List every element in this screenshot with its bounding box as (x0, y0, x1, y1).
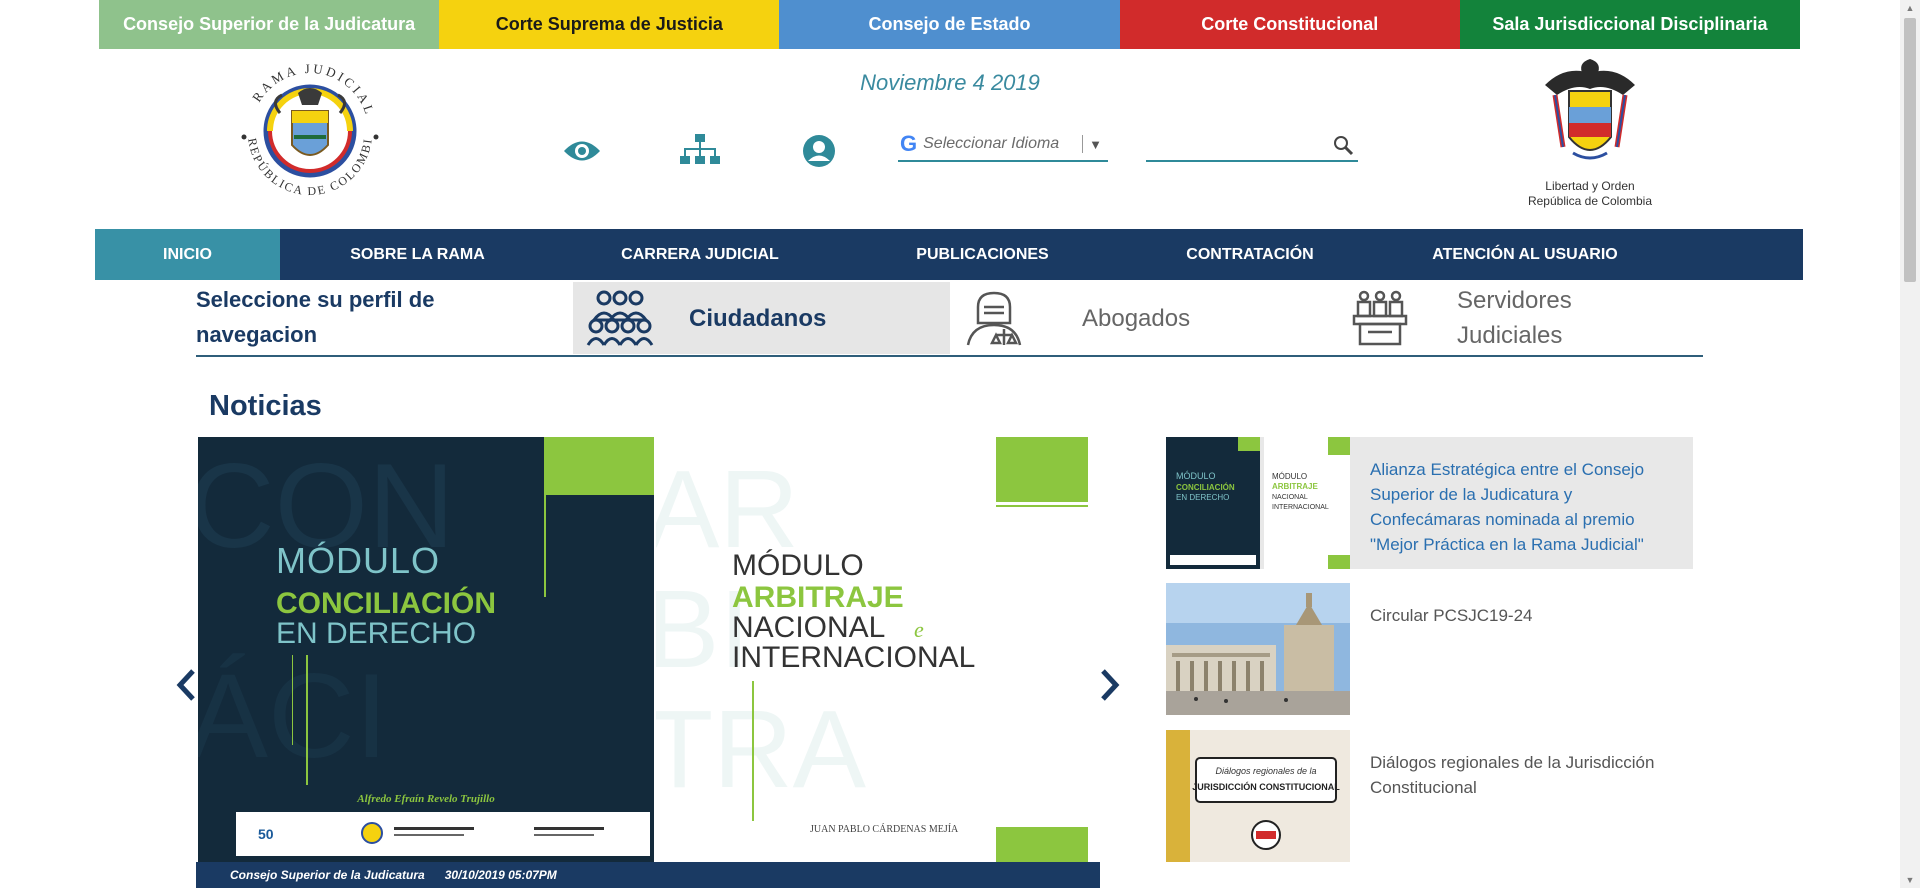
search-icon[interactable] (1332, 134, 1354, 156)
topbar-link-consejo-superior[interactable]: Consejo Superior de la Judicatura (99, 0, 440, 49)
slide-a-line3: EN DERECHO (276, 617, 476, 650)
topbar-link-consejo-estado[interactable]: Consejo de Estado (779, 0, 1120, 49)
nav-item-carrera-judicial[interactable]: CARRERA JUDICIAL (555, 229, 845, 280)
news-slide-conciliacion[interactable]: CON ÁCI MÓDULO CONCILIACIÓN EN DERECHO A… (198, 437, 654, 862)
dialogos-thumb-line1: Diálogos regionales de la (1215, 766, 1316, 776)
nav-item-inicio[interactable]: INICIO (95, 229, 280, 280)
profile-tab-servidores-judiciales[interactable]: Servidores Judiciales (1345, 282, 1695, 354)
slide-a-line2: CONCILIACIÓN (276, 586, 496, 620)
news-thumbnail: MÓDULO CONCILIACIÓN EN DERECHO MÓDULO AR… (1166, 437, 1350, 569)
news-list-item[interactable]: MÓDULO CONCILIACIÓN EN DERECHO MÓDULO AR… (1166, 437, 1693, 569)
google-g-icon: G (900, 131, 918, 156)
profile-tab-ciudadanos[interactable]: Ciudadanos (573, 282, 950, 354)
svg-text:TRA: TRA (656, 688, 867, 811)
page: Consejo Superior de la Judicatura Corte … (0, 0, 1920, 888)
coat-of-arms-icon (1545, 59, 1635, 160)
citizens-group-icon (585, 288, 655, 348)
sitemap-icon[interactable] (680, 131, 720, 171)
lawyer-justice-icon (960, 288, 1030, 348)
svg-text:NACIONAL: NACIONAL (1272, 494, 1308, 501)
rama-judicial-seal-icon: RAMA JUDICIAL REPÚBLICA DE COLOMBIA (225, 42, 385, 206)
main-nav: INICIO SOBRE LA RAMA CARRERA JUDICIAL PU… (95, 229, 1803, 280)
slide-b-line1: MÓDULO (732, 549, 864, 582)
news-carousel: CON ÁCI MÓDULO CONCILIACIÓN EN DERECHO A… (196, 437, 1100, 888)
svg-text:INTERNACIONAL: INTERNACIONAL (1272, 504, 1329, 511)
book-cover-conciliacion: CON ÁCI MÓDULO CONCILIACIÓN EN DERECHO A… (198, 437, 654, 862)
search-box (1146, 130, 1358, 162)
news-list-item-title: Alianza Estratégica entre el Consejo Sup… (1370, 460, 1645, 554)
svg-text:CONCILIACIÓN: CONCILIACIÓN (1176, 483, 1235, 492)
news-list-item-title: Diálogos regionales de la Jurisdicción C… (1370, 753, 1655, 797)
news-slide-arbitraje[interactable]: AR BI TRA MÓDULO ARBITRAJE NACIONAL e IN… (656, 437, 1100, 862)
profile-selector-title: Seleccione su perfil de navegacion (196, 287, 435, 347)
news-thumbnail: Diálogos regionales de la JURISDICCIÓN C… (1166, 730, 1350, 862)
dialogos-thumb-line2: JURISDICCIÓN CONSTITUCIONAL (1192, 781, 1340, 792)
topbar-link-corte-constitucional[interactable]: Corte Constitucional (1119, 0, 1460, 49)
slide-b-line4: INTERNACIONAL (732, 641, 975, 674)
slide-b-line3: NACIONAL (732, 611, 885, 644)
top-institution-bar: Consejo Superior de la Judicatura Corte … (99, 0, 1801, 49)
language-placeholder: Seleccionar Idioma (923, 135, 1060, 152)
user-icon[interactable] (799, 131, 839, 171)
profile-label-abogados: Abogados (1082, 304, 1191, 332)
nav-item-contratacion[interactable]: CONTRATACIÓN (1120, 229, 1380, 280)
search-input[interactable] (1146, 130, 1326, 158)
profile-label-ciudadanos: Ciudadanos (689, 304, 827, 332)
dropdown-arrow-icon: ▼ (1089, 136, 1102, 152)
nav-item-publicaciones[interactable]: PUBLICACIONES (845, 229, 1120, 280)
news-thumbnail (1166, 583, 1350, 715)
rama-judicial-logo[interactable]: RAMA JUDICIAL REPÚBLICA DE COLOMBIA (225, 42, 390, 208)
slide-a-author: Alfredo Efraín Revelo Trujillo (356, 793, 495, 805)
slide-caption-bar: Consejo Superior de la Judicatura 30/10/… (196, 862, 1100, 888)
carousel-prev-button[interactable] (172, 665, 200, 705)
svg-text:MÓDULO: MÓDULO (1176, 471, 1216, 481)
slide-a-line1: MÓDULO (276, 540, 440, 581)
slide-b-author: JUAN PABLO CÁRDENAS MEJÍA (810, 823, 959, 835)
svg-text:ÁCI: ÁCI (198, 649, 388, 783)
nav-item-sobre-la-rama[interactable]: SOBRE LA RAMA (280, 229, 555, 280)
colombia-coat-of-arms: Libertad y Orden República de Colombia (1520, 55, 1660, 208)
slide-caption-datetime: 30/10/2019 05:07PM (444, 868, 557, 882)
nav-item-atencion-al-usuario[interactable]: ATENCIÓN AL USUARIO (1380, 229, 1670, 280)
carousel-next-button[interactable] (1096, 665, 1124, 705)
chevron-left-icon (176, 669, 195, 701)
news-list-item[interactable]: Diálogos regionales de la JURISDICCIÓN C… (1166, 730, 1693, 862)
news-list-item[interactable]: Circular PCSJC19-24 (1166, 583, 1693, 715)
svg-text:EN DERECHO: EN DERECHO (1176, 493, 1229, 502)
page-scrollbar[interactable]: ▲ ▼ (1900, 0, 1920, 888)
current-date: Noviembre 4 2019 (860, 70, 1040, 95)
profile-divider (196, 355, 1703, 357)
news-list-item-title: Circular PCSJC19-24 (1370, 606, 1533, 625)
topbar-link-sala-disciplinaria[interactable]: Sala Jurisdiccional Disciplinaria (1459, 0, 1801, 49)
topbar-link-corte-suprema[interactable]: Corte Suprema de Justicia (439, 0, 780, 49)
scroll-up-icon[interactable]: ▲ (1905, 3, 1915, 13)
judicial-servers-icon (1345, 288, 1415, 348)
slide-caption-source: Consejo Superior de la Judicatura (230, 868, 425, 882)
profile-label-servidores-judiciales: Servidores Judiciales (1457, 287, 1572, 349)
coat-of-arms-caption: Libertad y Orden República de Colombia (1520, 179, 1660, 209)
scroll-down-icon[interactable]: ▼ (1905, 875, 1915, 885)
svg-text:ARBITRAJE: ARBITRAJE (1272, 482, 1318, 491)
slide-b-line2: ARBITRAJE (732, 581, 904, 614)
svg-text:MÓDULO: MÓDULO (1272, 472, 1307, 481)
svg-text:50: 50 (258, 826, 274, 842)
profile-tab-abogados[interactable]: Abogados (960, 282, 1260, 354)
book-cover-arbitraje: AR BI TRA MÓDULO ARBITRAJE NACIONAL e IN… (656, 437, 1100, 862)
caption-line-1: Libertad y Orden (1545, 179, 1635, 193)
language-selector[interactable]: G Seleccionar Idioma ▼ (898, 128, 1108, 162)
chevron-right-icon (1101, 669, 1120, 701)
slide-b-line3b: e (914, 617, 924, 642)
news-heading: Noticias (209, 390, 322, 422)
scrollbar-thumb[interactable] (1904, 18, 1916, 282)
eye-icon[interactable] (562, 131, 602, 171)
language-divider (1082, 135, 1084, 153)
caption-line-2: República de Colombia (1527, 194, 1653, 208)
